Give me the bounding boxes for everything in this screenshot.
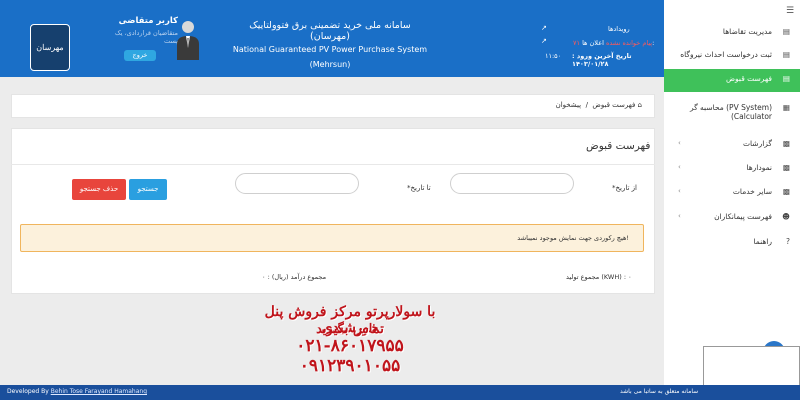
calculator-icon: ▦ bbox=[782, 103, 790, 112]
bills-panel bbox=[11, 128, 655, 294]
chevron-left-icon: ‹ bbox=[678, 212, 681, 220]
breadcrumb-trail: فهرست قبوض / پیشخوان ⌂ bbox=[556, 101, 642, 109]
help-icon: ? bbox=[786, 237, 790, 246]
copyright: کلیه حقوق این سامانه متعلق به ساتبا می ب… bbox=[620, 388, 700, 395]
external-link-icon[interactable]: ↗ bbox=[541, 24, 547, 32]
logout-button[interactable]: خروج bbox=[124, 50, 156, 61]
total-production: مجموع تولید (KWH) : ۰ bbox=[566, 273, 632, 281]
user-name: کاربر متقاضی bbox=[118, 16, 178, 26]
events-link[interactable]: رویدادها bbox=[608, 25, 630, 33]
search-button[interactable]: جستجو bbox=[129, 179, 167, 200]
list-icon: ▤ bbox=[782, 27, 790, 36]
users-icon: ☻ bbox=[782, 212, 790, 221]
sidebar-item-label: راهنما bbox=[753, 237, 772, 246]
from-date-field[interactable] bbox=[450, 173, 574, 194]
sidebar-item-label: (Calculator bbox=[730, 112, 772, 121]
developed-by: Developed By bbox=[7, 388, 49, 395]
company-link[interactable]: Behin Tose Farayand Hamahang bbox=[51, 388, 147, 395]
chart-icon: ▩ bbox=[782, 139, 790, 148]
sidebar-item-label: مدیریت تقاضاها bbox=[722, 27, 772, 36]
top-header: مهرسان کاربر متقاضی متقاضیان قراردادی، ی… bbox=[0, 0, 664, 77]
sidebar-item-contractors[interactable]: ‹ فهرست پیمانکاران ☻ bbox=[672, 207, 800, 230]
bill-icon: ▤ bbox=[782, 74, 790, 83]
sidebar-item-reports[interactable]: ‹ گزارشات ▩ bbox=[672, 134, 800, 157]
form-icon: ▤ bbox=[782, 50, 790, 59]
chart-icon: ▩ bbox=[782, 187, 790, 196]
chart-icon: ▩ bbox=[782, 163, 790, 172]
sidebar-item-label: نمودارها bbox=[746, 163, 772, 172]
external-link-icon[interactable]: ↗ bbox=[541, 37, 547, 45]
to-date-field[interactable] bbox=[235, 173, 359, 194]
sidebar-item-calculator[interactable]: محاسبه گر (PV System) (Calculator ▦ bbox=[672, 98, 800, 128]
chevron-left-icon: ‹ bbox=[678, 187, 681, 195]
sidebar-item-charts[interactable]: ‹ نمودارها ▩ bbox=[672, 158, 800, 181]
footer: Developed By Behin Tose Farayand Hamahan… bbox=[0, 385, 800, 400]
breadcrumb: فهرست قبوض / پیشخوان ⌂ bbox=[11, 94, 655, 118]
sidebar-item-requests[interactable]: مدیریت تقاضاها ▤ bbox=[672, 22, 800, 45]
ad-line-2: تماس بگیرید bbox=[316, 322, 384, 337]
divider bbox=[11, 164, 655, 165]
hamburger-icon[interactable]: ☰ bbox=[786, 6, 794, 16]
to-date-label: *تا تاریخ bbox=[407, 184, 431, 192]
last-login-time: ۱۱:۵۰ bbox=[545, 52, 562, 60]
last-login: تاریخ آخرین ورود : ۱۴۰۳/۰۱/۲۸ bbox=[572, 52, 632, 68]
sidebar-item-label: گزارشات bbox=[742, 139, 772, 148]
sidebar-item-label: سایر خدمات bbox=[732, 187, 772, 196]
breadcrumb-home[interactable]: پیشخوان bbox=[556, 101, 582, 109]
mehrsun-logo: مهرسان bbox=[30, 24, 70, 71]
sidebar-item-services[interactable]: ‹ سایر خدمات ▩ bbox=[672, 182, 800, 205]
notifications-link[interactable]: ۷۱ پیام خوانده نشده اعلان ها: bbox=[573, 39, 654, 47]
alert-text: هیچ رکوردی جهت نمایش موجود نمیباشد! bbox=[517, 234, 629, 242]
empty-alert: هیچ رکوردی جهت نمایش موجود نمیباشد! bbox=[20, 224, 644, 252]
from-date-label: *از تاریخ bbox=[612, 184, 637, 192]
system-title-en: National Guaranteed PV Power Purchase Sy… bbox=[232, 45, 428, 69]
breadcrumb-separator: / bbox=[585, 101, 588, 109]
sidebar-item-label: فهرست قبوض bbox=[725, 74, 772, 83]
chevron-left-icon: ‹ bbox=[678, 163, 681, 171]
footer-credit: Developed By Behin Tose Farayand Hamahan… bbox=[7, 388, 147, 395]
total-income: مجموع درآمد (ریال) : ۰ bbox=[262, 273, 327, 281]
sidebar-item-label: فهرست پیمانکاران bbox=[714, 212, 772, 221]
sidebar-item-register[interactable]: ثبت درخواست احداث نیروگاه ▤ bbox=[672, 45, 800, 68]
sidebar-item-bills[interactable]: فهرست قبوض ▤ bbox=[664, 69, 800, 92]
ad-phone-2: ۰۹۱۲۳۹۰۱۰۵۵ bbox=[299, 356, 401, 376]
sidebar-item-label: محاسبه گر (PV System) bbox=[689, 103, 772, 112]
user-role: متقاضیان قراردادی، یک پست bbox=[114, 29, 178, 45]
clear-search-button[interactable]: حذف جستجو bbox=[72, 179, 126, 200]
page-title: فهرست قبوض bbox=[586, 140, 651, 152]
chevron-left-icon: ‹ bbox=[678, 139, 681, 147]
home-icon[interactable]: ⌂ bbox=[638, 101, 642, 109]
ad-phone-1: ۰۲۱-۸۶۰۱۷۹۵۵ bbox=[296, 336, 404, 356]
system-title-fa: سامانه ملی خرید تضمینی برق فتوولتاییک (م… bbox=[249, 20, 411, 42]
breadcrumb-current: فهرست قبوض bbox=[592, 101, 636, 109]
avatar-icon bbox=[177, 21, 199, 60]
sidebar-item-help[interactable]: راهنما ? bbox=[672, 232, 800, 255]
sidebar-item-label: ثبت درخواست احداث نیروگاه bbox=[680, 50, 772, 59]
